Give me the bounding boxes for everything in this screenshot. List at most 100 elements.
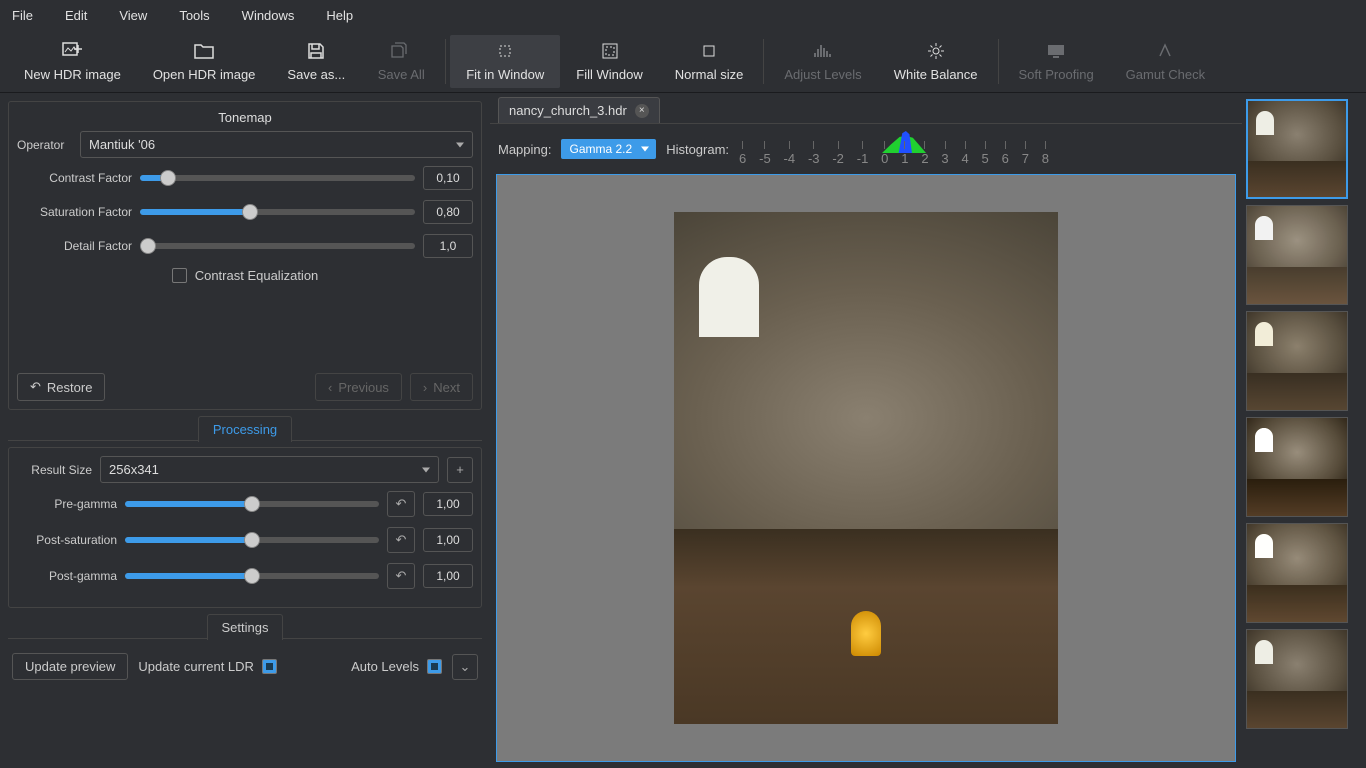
canvas-area[interactable] [496,174,1236,762]
auto-levels-label: Auto Levels [351,659,419,674]
menu-edit[interactable]: Edit [61,4,91,27]
thumbnail-2[interactable] [1246,205,1348,305]
new-hdr-label: New HDR image [24,67,121,82]
result-size-select[interactable]: 256x341 [100,456,439,483]
tab-processing[interactable]: Processing [198,416,292,442]
thumbnail-4[interactable] [1246,417,1348,517]
fill-window-button[interactable]: Fill Window [560,35,658,88]
restore-button[interactable]: ↶ Restore [17,373,105,401]
menubar: File Edit View Tools Windows Help [0,0,1366,31]
histogram-tick: 4 [961,141,968,166]
post-saturation-reset[interactable]: ↶ [387,527,415,553]
menu-windows[interactable]: Windows [238,4,299,27]
detail-factor-value[interactable]: 1,0 [423,234,473,258]
thumbnail-6[interactable] [1246,629,1348,729]
detail-factor-slider[interactable] [140,243,415,249]
histogram-tick: -4 [784,141,796,166]
operator-select[interactable]: Mantiuk '06 [80,131,473,158]
histogram-tick: -3 [808,141,820,166]
soft-proofing-button[interactable]: Soft Proofing [1003,35,1110,88]
gamut-check-button[interactable]: Gamut Check [1110,35,1221,88]
sun-icon [927,41,945,61]
save-all-label: Save All [378,67,425,82]
levels-icon [813,41,833,61]
document-filename: nancy_church_3.hdr [509,103,627,118]
post-saturation-label: Post-saturation [17,533,117,547]
menu-file[interactable]: File [8,4,37,27]
undo-icon: ↶ [396,568,407,584]
histogram-tick: 1 [901,141,908,166]
image-plus-icon [62,41,82,61]
tab-settings[interactable]: Settings [207,614,284,640]
pre-gamma-value[interactable]: 1,00 [423,492,473,516]
contrast-factor-value[interactable]: 0,10 [423,166,473,190]
mapping-select[interactable]: Gamma 2.2 [561,139,656,159]
open-hdr-label: Open HDR image [153,67,256,82]
close-tab-icon[interactable]: × [635,104,649,118]
undo-icon: ↶ [396,532,407,548]
chevron-left-icon: ‹ [328,380,332,395]
menu-tools[interactable]: Tools [175,4,213,27]
contrast-factor-slider[interactable] [140,175,415,181]
post-gamma-slider[interactable] [125,573,379,579]
new-hdr-button[interactable]: New HDR image [8,35,137,88]
auto-levels-menu[interactable]: ⌄ [452,654,478,680]
pre-gamma-slider[interactable] [125,501,379,507]
restore-label: Restore [47,380,93,395]
result-size-label: Result Size [17,463,92,477]
previous-button[interactable]: ‹ Previous [315,373,402,401]
add-size-button[interactable]: + [447,457,473,483]
open-hdr-button[interactable]: Open HDR image [137,35,272,88]
histogram-tick: -1 [857,141,869,166]
saturation-factor-value[interactable]: 0,80 [423,200,473,224]
toolbar-separator [445,39,446,84]
main-area: Tonemap Operator Mantiuk '06 Contrast Fa… [0,93,1366,768]
adjust-levels-label: Adjust Levels [784,67,861,82]
contrast-eq-checkbox[interactable] [172,268,187,283]
white-balance-label: White Balance [894,67,978,82]
operator-label: Operator [17,138,72,152]
mapping-label: Mapping: [498,142,551,157]
thumbnail-3[interactable] [1246,311,1348,411]
post-gamma-value[interactable]: 1,00 [423,564,473,588]
thumbnail-5[interactable] [1246,523,1348,623]
save-all-button[interactable]: Save All [361,35,441,88]
thumbnail-1[interactable] [1246,99,1348,199]
save-as-button[interactable]: Save as... [271,35,361,88]
fill-window-icon [601,41,619,61]
monitor-icon [1046,41,1066,61]
fit-window-icon [496,41,514,61]
histogram-ticks: 6-5-4-3-2-1012345678 [739,141,1049,166]
fit-window-button[interactable]: Fit in Window [450,35,560,88]
adjust-levels-button[interactable]: Adjust Levels [768,35,877,88]
pre-gamma-reset[interactable]: ↶ [387,491,415,517]
processing-tabset: Processing [8,416,482,441]
menu-help[interactable]: Help [322,4,357,27]
fit-window-label: Fit in Window [466,67,544,82]
post-saturation-slider[interactable] [125,537,379,543]
menu-view[interactable]: View [115,4,151,27]
pre-gamma-label: Pre-gamma [17,497,117,511]
normal-size-label: Normal size [675,67,744,82]
next-button[interactable]: › Next [410,373,473,401]
normal-size-button[interactable]: Normal size [659,35,760,88]
save-as-label: Save as... [287,67,345,82]
auto-levels-checkbox[interactable] [427,659,442,674]
post-gamma-label: Post-gamma [17,569,117,583]
thumbnails-panel [1242,93,1366,768]
document-tab[interactable]: nancy_church_3.hdr × [498,97,660,123]
histogram-tick: 2 [921,141,928,166]
tonemap-panel: Tonemap Operator Mantiuk '06 Contrast Fa… [8,101,482,410]
saturation-factor-slider[interactable] [140,209,415,215]
main-toolbar: New HDR image Open HDR image Save as... … [0,31,1366,93]
white-balance-button[interactable]: White Balance [878,35,994,88]
update-preview-button[interactable]: Update preview [12,653,128,680]
post-gamma-reset[interactable]: ↶ [387,563,415,589]
tonemap-title: Tonemap [17,110,473,131]
settings-tabset: Settings [8,614,482,639]
update-ldr-checkbox[interactable] [262,659,277,674]
histogram-tick: -5 [759,141,771,166]
histogram[interactable]: 6-5-4-3-2-1012345678 [739,132,1049,166]
image-preview [674,212,1058,724]
post-saturation-value[interactable]: 1,00 [423,528,473,552]
